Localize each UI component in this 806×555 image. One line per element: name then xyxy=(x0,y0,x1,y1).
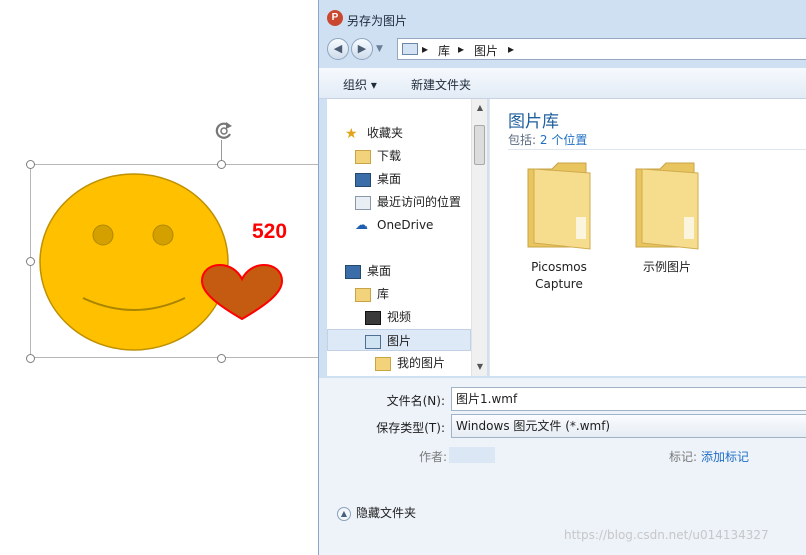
forward-arrow-icon[interactable]: ▶ xyxy=(351,38,373,60)
title-bar[interactable]: P 另存为图片 xyxy=(319,0,806,32)
address-sep-icon[interactable]: ▸ xyxy=(458,42,464,56)
resize-handle-n[interactable] xyxy=(217,160,226,169)
nav-item-onedrive[interactable]: ☁ OneDrive xyxy=(355,214,433,236)
nav-label: 桌面 xyxy=(367,264,392,278)
author-label: 作者: xyxy=(419,450,448,464)
nav-label: 桌面 xyxy=(377,172,402,186)
folder-label-line1: 示例图片 xyxy=(642,260,691,274)
dialog-title: 另存为图片 xyxy=(347,14,408,28)
nav-scrollbar[interactable]: ▲ ▼ xyxy=(471,99,487,376)
resize-handle-sw[interactable] xyxy=(26,354,35,363)
nav-item-my-pictures[interactable]: 我的图片 xyxy=(375,352,445,374)
star-icon: ★ xyxy=(345,125,358,142)
resize-handle-s[interactable] xyxy=(217,354,226,363)
folder-label-line1: Picosmos xyxy=(531,260,587,274)
folder-icon xyxy=(527,162,591,250)
back-arrow-icon[interactable]: ◀ xyxy=(327,38,349,60)
scroll-thumb[interactable] xyxy=(474,125,485,165)
watermark-text: https://blog.csdn.net/u014134327 xyxy=(564,528,769,542)
file-name-input[interactable]: 图片1.wmf xyxy=(451,387,806,411)
nav-item-favorites[interactable]: ★ 收藏夹 xyxy=(345,122,403,144)
file-list-pane: 图片库 包括: 2 个位置 Picosmos Capture 示例图片 xyxy=(489,99,806,376)
folder-item-picosmos[interactable]: Picosmos Capture xyxy=(514,159,624,299)
nav-item-downloads[interactable]: 下载 xyxy=(355,145,401,167)
chevron-up-icon: ▲ xyxy=(337,506,351,521)
library-includes: 包括: 2 个位置 xyxy=(508,131,587,148)
smiley-face-icon[interactable] xyxy=(38,172,230,352)
folder-icon xyxy=(635,162,699,250)
pictures-icon xyxy=(365,334,381,349)
hide-folders-label: 隐藏文件夹 xyxy=(356,506,417,520)
address-sep-icon[interactable]: ▸ xyxy=(508,42,514,56)
nav-item-desktop[interactable]: 桌面 xyxy=(355,168,401,190)
nav-item-recent-places[interactable]: 最近访问的位置 xyxy=(355,191,461,213)
heart-shape-icon[interactable] xyxy=(198,263,286,323)
nav-label: 视频 xyxy=(387,310,412,324)
hide-folders-button[interactable]: ▲ 隐藏文件夹 xyxy=(337,504,416,521)
organize-button[interactable]: 组织 ▾ xyxy=(343,76,377,93)
address-bar[interactable]: ▸ 库 ▸ 图片 ▸ xyxy=(397,38,806,60)
library-address-icon xyxy=(402,43,418,55)
resize-handle-nw[interactable] xyxy=(26,160,35,169)
includes-label: 包括: xyxy=(508,133,537,147)
nav-label: 最近访问的位置 xyxy=(377,195,462,209)
rotate-handle-icon[interactable] xyxy=(211,120,237,142)
scroll-up-icon[interactable]: ▲ xyxy=(475,103,485,112)
resize-handle-w[interactable] xyxy=(26,257,35,266)
library-icon xyxy=(355,287,371,302)
desktop-icon xyxy=(355,172,371,187)
nav-label: 下载 xyxy=(377,149,402,163)
nav-item-desktop-root[interactable]: 桌面 xyxy=(345,260,391,282)
folder-item-sample-pictures[interactable]: 示例图片 xyxy=(622,159,732,299)
recent-places-icon xyxy=(355,195,371,210)
video-icon xyxy=(365,310,381,325)
folder-label-line2: Capture xyxy=(535,277,583,291)
toolbar: 组织 ▾ 新建文件夹 xyxy=(319,68,806,99)
breadcrumb-library[interactable]: 库 xyxy=(438,42,450,59)
history-dropdown-icon[interactable]: ▼ xyxy=(376,44,383,54)
powerpoint-app-icon: P xyxy=(327,10,343,26)
nav-label: 图片 xyxy=(387,334,412,348)
add-tags-link[interactable]: 添加标记 xyxy=(701,448,749,465)
cloud-icon: ☁ xyxy=(355,217,368,233)
nav-label: OneDrive xyxy=(377,218,434,232)
library-title: 图片库 xyxy=(508,112,559,132)
download-folder-icon xyxy=(355,149,371,164)
address-sep-icon[interactable]: ▸ xyxy=(422,42,428,56)
desktop-icon xyxy=(345,264,361,279)
nav-label: 收藏夹 xyxy=(367,126,404,140)
label-520[interactable]: 520 xyxy=(252,220,287,244)
slide-canvas: 520 xyxy=(0,0,330,555)
nav-label: 库 xyxy=(377,287,390,301)
save-type-select[interactable]: Windows 图元文件 (*.wmf) xyxy=(451,414,806,438)
tags-label: 标记: xyxy=(669,450,698,464)
author-value[interactable] xyxy=(449,447,495,463)
breadcrumb-pictures[interactable]: 图片 xyxy=(474,42,498,59)
nav-label: 我的图片 xyxy=(397,356,446,370)
navigation-pane: ★ 收藏夹 下载 桌面 最近访问的位置 ☁ OneDrive 桌面 库 视频 图片 … xyxy=(327,99,485,376)
save-as-picture-dialog: P 另存为图片 ◀ ▶ ▼ ▸ 库 ▸ 图片 ▸ 组织 ▾ 新建文件夹 ★ 收藏夹… xyxy=(318,0,806,555)
new-folder-button[interactable]: 新建文件夹 xyxy=(411,76,471,93)
folder-icon xyxy=(375,356,391,371)
save-type-label: 保存类型(T): xyxy=(376,421,445,435)
includes-locations-link[interactable]: 2 个位置 xyxy=(540,133,587,147)
nav-item-pictures[interactable]: 图片 xyxy=(327,329,471,351)
header-divider xyxy=(508,149,806,150)
scroll-down-icon[interactable]: ▼ xyxy=(475,362,485,371)
nav-item-libraries[interactable]: 库 xyxy=(355,283,389,305)
nav-item-videos[interactable]: 视频 xyxy=(365,306,411,328)
file-name-label: 文件名(N): xyxy=(386,394,445,408)
